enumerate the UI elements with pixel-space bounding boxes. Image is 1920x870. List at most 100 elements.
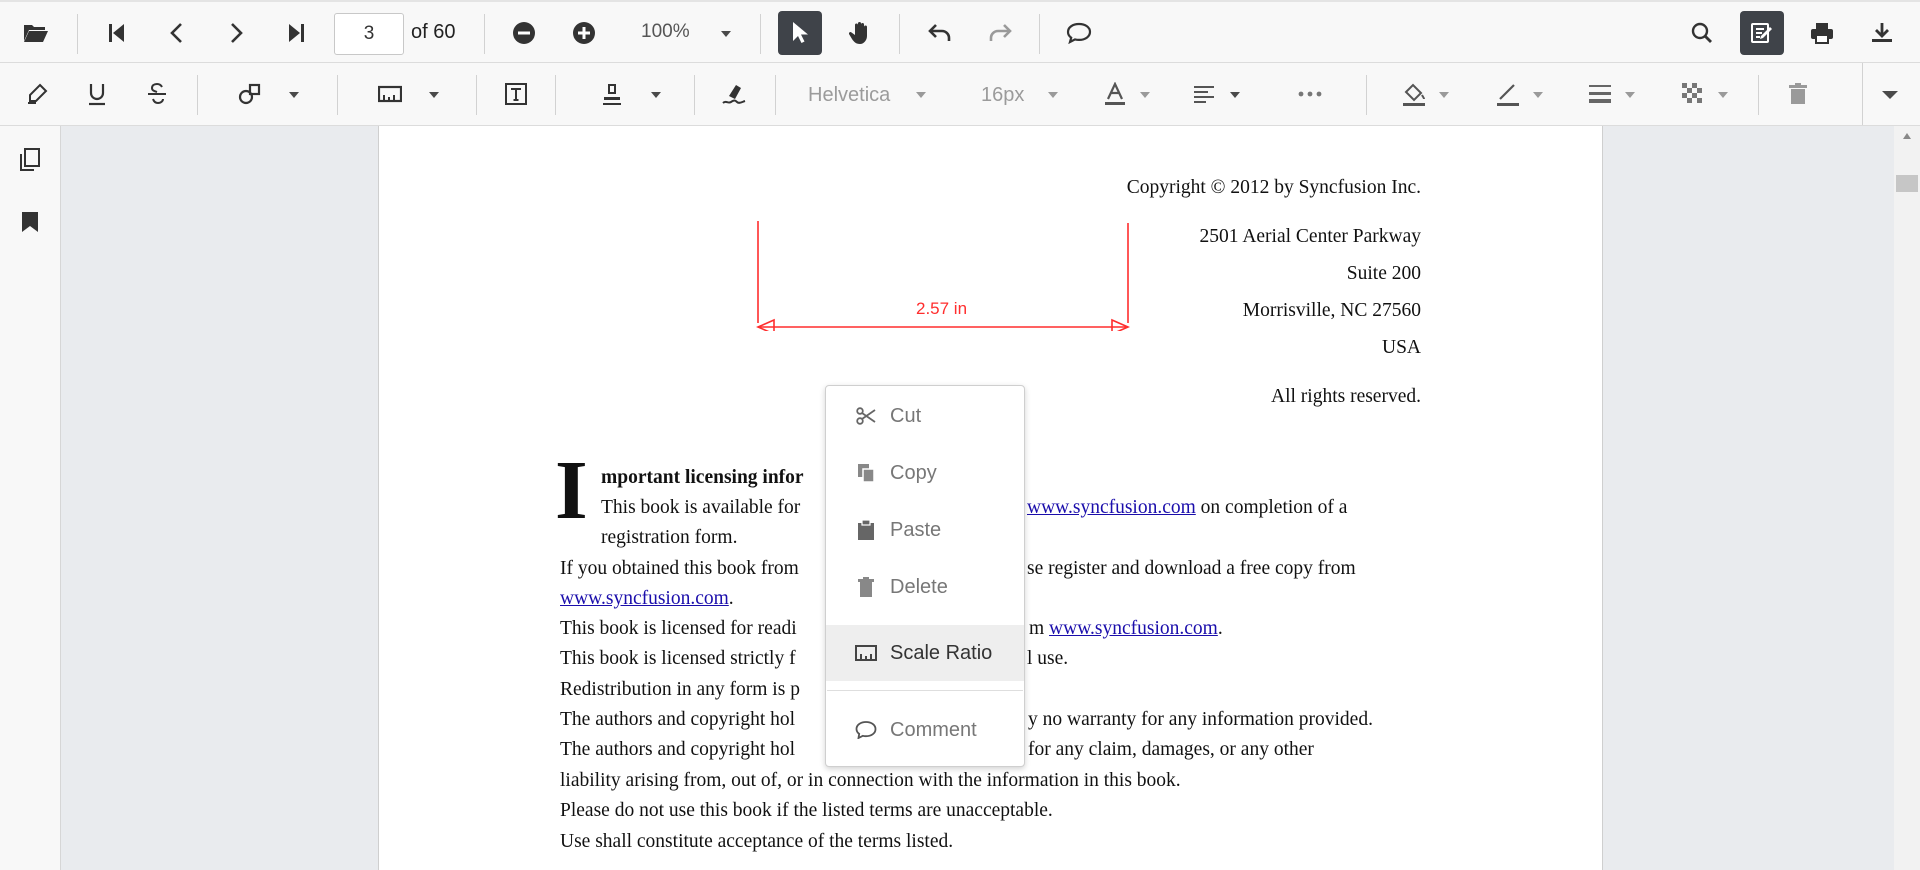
zoom-dropdown[interactable]: 100% — [641, 21, 690, 43]
page-thumbnails-button[interactable] — [8, 138, 52, 182]
font-color-button[interactable] — [1093, 72, 1137, 116]
free-text-button[interactable] — [494, 72, 538, 116]
download-button[interactable] — [1860, 11, 1904, 55]
zoom-out-icon — [513, 22, 535, 44]
menu-item-label: Cut — [890, 404, 922, 427]
fill-color-button[interactable] — [1392, 72, 1436, 116]
menu-item-label: Paste — [890, 518, 942, 541]
separator — [775, 75, 776, 115]
signature-button[interactable] — [712, 72, 756, 116]
next-page-button[interactable] — [214, 11, 258, 55]
menu-item-paste[interactable]: Paste — [826, 502, 1024, 558]
shapes-button[interactable] — [228, 72, 272, 116]
separator — [197, 75, 198, 115]
context-menu: Cut Copy Paste Delete Scale Ratio Commen… — [825, 385, 1025, 767]
underline-button[interactable] — [75, 72, 119, 116]
undo-button[interactable] — [918, 11, 962, 55]
highlight-button[interactable] — [15, 72, 59, 116]
redo-button[interactable] — [978, 11, 1022, 55]
paste-icon — [854, 520, 878, 540]
redo-icon — [989, 24, 1012, 41]
opacity-icon — [1682, 83, 1702, 103]
download-icon — [1872, 23, 1892, 42]
vertical-scrollbar[interactable] — [1894, 126, 1920, 870]
bookmarks-button[interactable] — [8, 200, 52, 244]
body-text: This book is available for — [601, 497, 801, 518]
delete-annotation-button[interactable] — [1776, 72, 1820, 116]
page-thumbnails-icon — [20, 148, 40, 171]
stroke-color-caret-icon[interactable] — [1533, 92, 1543, 98]
print-button[interactable] — [1800, 11, 1844, 55]
separator — [555, 75, 556, 115]
fill-color-caret-icon[interactable] — [1439, 92, 1449, 98]
font-color-caret-icon[interactable] — [1140, 92, 1150, 98]
collapse-toolbar-icon — [1882, 91, 1898, 99]
search-icon — [1691, 22, 1712, 43]
zoom-in-icon — [573, 22, 595, 44]
body-line: l use. — [1027, 648, 1069, 669]
zoom-in-button[interactable] — [562, 11, 606, 55]
measure-button[interactable] — [368, 72, 412, 116]
pen-signature-icon — [722, 85, 746, 104]
body-text: . — [1217, 618, 1223, 639]
opacity-button[interactable] — [1671, 72, 1715, 116]
first-page-icon — [109, 24, 124, 42]
separator — [1758, 75, 1759, 115]
thickness-caret-icon[interactable] — [1625, 92, 1635, 98]
stroke-color-button[interactable] — [1486, 72, 1530, 116]
chevron-right-icon — [231, 23, 243, 43]
open-file-button[interactable] — [14, 11, 58, 55]
copy-icon — [854, 463, 878, 483]
pan-tool-button[interactable] — [838, 11, 882, 55]
stamp-button[interactable] — [590, 72, 634, 116]
zoom-out-button[interactable] — [502, 11, 546, 55]
font-size-dropdown[interactable]: 16px — [981, 84, 1024, 107]
text-align-caret-icon[interactable] — [1230, 92, 1240, 98]
measure-dropdown-caret-icon[interactable] — [429, 92, 439, 98]
last-page-button[interactable] — [274, 11, 318, 55]
page-number-input[interactable]: 3 — [334, 13, 404, 55]
previous-page-button[interactable] — [155, 11, 199, 55]
separator — [77, 14, 78, 54]
syncfusion-link[interactable]: www.syncfusion.com — [560, 588, 729, 609]
chevron-left-icon — [170, 23, 182, 43]
menu-item-cut[interactable]: Cut — [826, 388, 1024, 444]
annotation-toolbar-close-button[interactable] — [1870, 72, 1914, 116]
selection-tool-button[interactable] — [778, 11, 822, 55]
body-line: Redistribution in any form is p — [560, 679, 800, 700]
folder-open-icon — [24, 25, 48, 42]
font-size-caret-icon[interactable] — [1048, 92, 1058, 98]
syncfusion-link[interactable]: www.syncfusion.com — [1049, 618, 1218, 639]
menu-item-copy[interactable]: Copy — [826, 445, 1024, 501]
copyright-line: Copyright © 2012 by Syncfusion Inc. — [1126, 177, 1421, 198]
strikethrough-button[interactable] — [135, 72, 179, 116]
first-page-button[interactable] — [95, 11, 139, 55]
font-family-caret-icon[interactable] — [916, 92, 926, 98]
comment-panel-button[interactable] — [1057, 11, 1101, 55]
scroll-up-arrow-icon[interactable] — [1903, 133, 1911, 139]
main-toolbar: 3 of 60 100% — [0, 0, 1920, 63]
search-button[interactable] — [1680, 11, 1724, 55]
zoom-dropdown-caret-icon[interactable] — [721, 31, 731, 37]
body-line: If you obtained this book from — [560, 558, 799, 579]
font-color-icon — [1105, 82, 1125, 105]
menu-item-delete[interactable]: Delete — [826, 559, 1024, 615]
text-align-button[interactable] — [1182, 72, 1226, 116]
separator — [1039, 14, 1040, 54]
paint-bucket-icon — [1403, 83, 1425, 106]
edit-annotation-button[interactable] — [1740, 11, 1784, 55]
scrollbar-thumb[interactable] — [1896, 175, 1918, 192]
shapes-dropdown-caret-icon[interactable] — [289, 92, 299, 98]
font-family-dropdown[interactable]: Helvetica — [808, 84, 890, 107]
syncfusion-link[interactable]: www.syncfusion.com — [1027, 497, 1196, 518]
body-text: m — [1029, 618, 1045, 639]
more-text-options-button[interactable] — [1288, 72, 1332, 116]
menu-item-label: Copy — [890, 461, 937, 484]
opacity-caret-icon[interactable] — [1718, 92, 1728, 98]
thickness-button[interactable] — [1578, 72, 1622, 116]
menu-item-comment[interactable]: Comment — [826, 702, 1024, 758]
stamp-dropdown-caret-icon[interactable] — [651, 92, 661, 98]
address-line: Morrisville, NC 27560 — [1242, 300, 1421, 321]
body-line: This book is available for — [601, 497, 800, 519]
menu-item-scale-ratio[interactable]: Scale Ratio — [826, 625, 1024, 681]
